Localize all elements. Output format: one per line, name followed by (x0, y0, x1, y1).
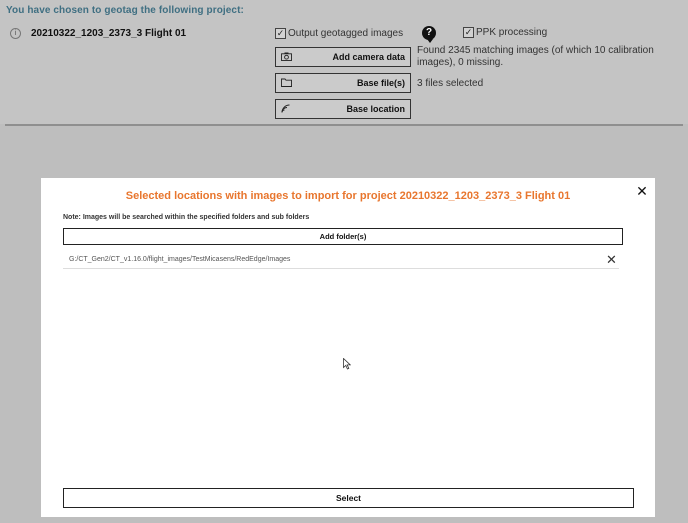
camera-status-line2: images), 0 missing. (417, 57, 504, 68)
base-location-button[interactable]: Base location (275, 99, 411, 119)
signal-icon (281, 104, 290, 113)
help-icon[interactable]: ? (422, 26, 436, 43)
import-locations-dialog: Selected locations with images to import… (41, 178, 655, 517)
add-folder-button[interactable]: Add folder(s) (63, 228, 623, 245)
geotag-heading: You have chosen to geotag the following … (6, 5, 244, 16)
output-geotagged-label: Output geotagged images (288, 28, 404, 39)
select-button[interactable]: Select (63, 488, 634, 508)
search-note: Note: Images will be searched within the… (63, 214, 310, 221)
close-icon[interactable]: ✕ (636, 184, 648, 198)
camera-icon (281, 52, 292, 61)
panel-divider (5, 124, 683, 126)
base-files-status: 3 files selected (417, 78, 484, 89)
dialog-title: Selected locations with images to import… (125, 190, 571, 202)
camera-status-line1: Found 2345 matching images (of which 10 … (417, 45, 654, 56)
base-files-button[interactable]: Base file(s) (275, 73, 411, 93)
add-camera-data-button[interactable]: Add camera data (275, 47, 411, 67)
folder-list-item: G:/CT_Gen2/CT_v1.16.0/flight_images/Test… (63, 252, 619, 269)
ppk-processing-label: PPK processing (476, 27, 548, 38)
base-location-label: Base location (346, 104, 405, 114)
geotag-panel: You have chosen to geotag the following … (0, 0, 688, 124)
folder-path: G:/CT_Gen2/CT_v1.16.0/flight_images/Test… (69, 256, 291, 263)
info-icon: i (10, 28, 21, 39)
output-geotagged-checkbox[interactable]: ✓ (275, 28, 286, 39)
camera-status: Found 2345 matching images (of which 10 … (417, 45, 654, 69)
remove-folder-icon[interactable]: ✕ (606, 253, 617, 266)
base-files-label: Base file(s) (356, 78, 405, 88)
project-name: 20210322_1203_2373_3 Flight 01 (31, 28, 187, 39)
ppk-processing-checkbox[interactable]: ✓ (463, 27, 474, 38)
folder-icon (281, 78, 292, 87)
mouse-cursor-icon (343, 358, 351, 370)
add-camera-data-label: Add camera data (332, 52, 405, 62)
